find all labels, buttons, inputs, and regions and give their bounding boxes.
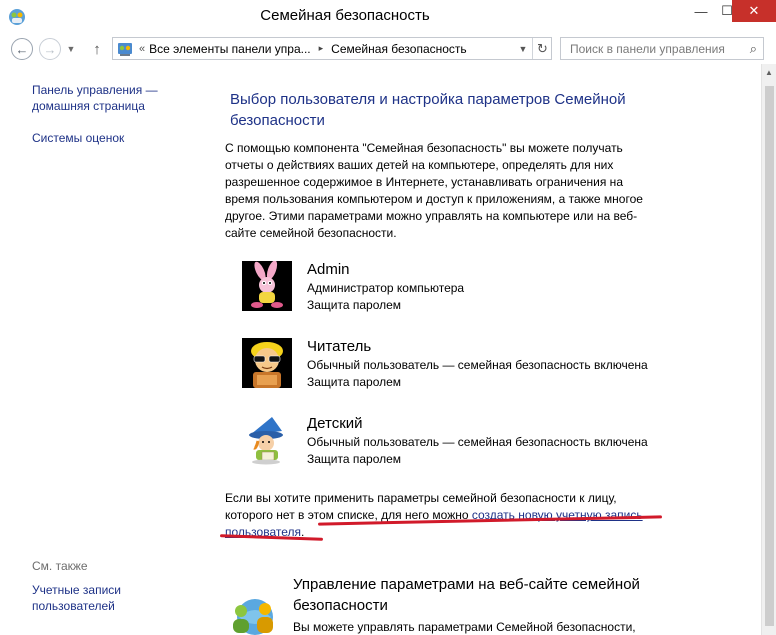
arrow-right-icon: →	[43, 41, 57, 57]
sidebar-link-user-accounts[interactable]: Учетные записи пользователей	[32, 582, 121, 614]
search-icon[interactable]: ⌕	[750, 41, 757, 57]
title-bar: Семейная безопасность — ☐ ✕	[0, 0, 776, 34]
user-name[interactable]: Admin	[307, 261, 350, 278]
user-name[interactable]: Читатель	[307, 338, 371, 355]
reader-sunglasses-avatar-icon	[242, 338, 292, 388]
user-tile-child[interactable]: Детский Обычный пользователь — семейная …	[242, 415, 662, 471]
window-title: Семейная безопасность	[260, 7, 430, 24]
refresh-button[interactable]: ↻	[532, 38, 552, 59]
sidebar-link-home[interactable]: Панель управления — домашняя страница	[32, 82, 158, 114]
address-bar[interactable]: « Все элементы панели упра... ▸ Семейная…	[112, 37, 552, 60]
control-panel-icon	[118, 42, 132, 56]
forward-button[interactable]: →	[39, 38, 61, 60]
user-name[interactable]: Детский	[307, 415, 363, 432]
user-role: Администратор компьютера	[307, 281, 465, 295]
see-also-label: См. также	[32, 559, 88, 573]
page-title: Выбор пользователя и настройка параметро…	[230, 91, 626, 129]
breadcrumb-all-items[interactable]: Все элементы панели упра...	[149, 42, 311, 56]
main-content: Выбор пользователя и настройка параметро…	[205, 64, 761, 635]
scroll-thumb[interactable]	[765, 86, 774, 626]
create-account-note: Если вы хотите применить параметры семей…	[225, 490, 665, 541]
sidebar-link-rating-systems[interactable]: Системы оценок	[32, 130, 124, 146]
user-role: Обычный пользователь — семейная безопасн…	[307, 358, 648, 372]
web-settings-section: Управление параметрами на веб-сайте семе…	[225, 569, 745, 635]
back-button[interactable]: ←	[11, 38, 33, 60]
arrow-up-icon: ↑	[93, 40, 101, 58]
close-button[interactable]: ✕	[732, 0, 776, 22]
people-network-icon	[233, 599, 273, 635]
intro-text: С помощью компонента "Семейная безопасно…	[225, 141, 643, 240]
wizard-kid-avatar-icon	[242, 415, 292, 465]
user-role: Обычный пользователь — семейная безопасн…	[307, 435, 648, 449]
vertical-scrollbar[interactable]: ▲	[761, 64, 776, 635]
recent-locations-button[interactable]: ▼	[64, 38, 78, 60]
chevron-down-icon: ▼	[66, 44, 76, 54]
address-dropdown-icon[interactable]: ▼	[515, 44, 531, 54]
refresh-icon: ↻	[537, 40, 548, 56]
scroll-up-icon[interactable]: ▲	[762, 66, 776, 80]
user-password-status: Защита паролем	[307, 452, 402, 466]
navigation-bar: ← → ▼ ↑ « Все элементы панели упра... ▸ …	[0, 34, 776, 64]
user-tile-admin[interactable]: Admin Администратор компьютера Защита па…	[242, 261, 662, 317]
search-input[interactable]	[570, 41, 740, 56]
user-password-status: Защита паролем	[307, 375, 402, 389]
user-password-status: Защита паролем	[307, 298, 402, 312]
breadcrumb-family-safety[interactable]: Семейная безопасность	[331, 42, 467, 56]
minimize-button[interactable]: —	[688, 0, 714, 22]
breadcrumb-separator[interactable]: ▸	[319, 43, 324, 54]
web-settings-title[interactable]: Управление параметрами на веб-сайте семе…	[293, 574, 693, 616]
web-settings-description: Вы можете управлять параметрами Семейной…	[293, 620, 636, 634]
up-button[interactable]: ↑	[88, 38, 106, 60]
arrow-left-icon: ←	[15, 41, 29, 57]
pink-rabbit-avatar-icon	[242, 261, 292, 311]
sidebar: Панель управления — домашняя страница Си…	[0, 64, 205, 635]
overflow-chevron[interactable]: «	[139, 43, 145, 55]
user-tile-reader[interactable]: Читатель Обычный пользователь — семейная…	[242, 338, 662, 394]
search-box[interactable]: ⌕	[560, 37, 764, 60]
